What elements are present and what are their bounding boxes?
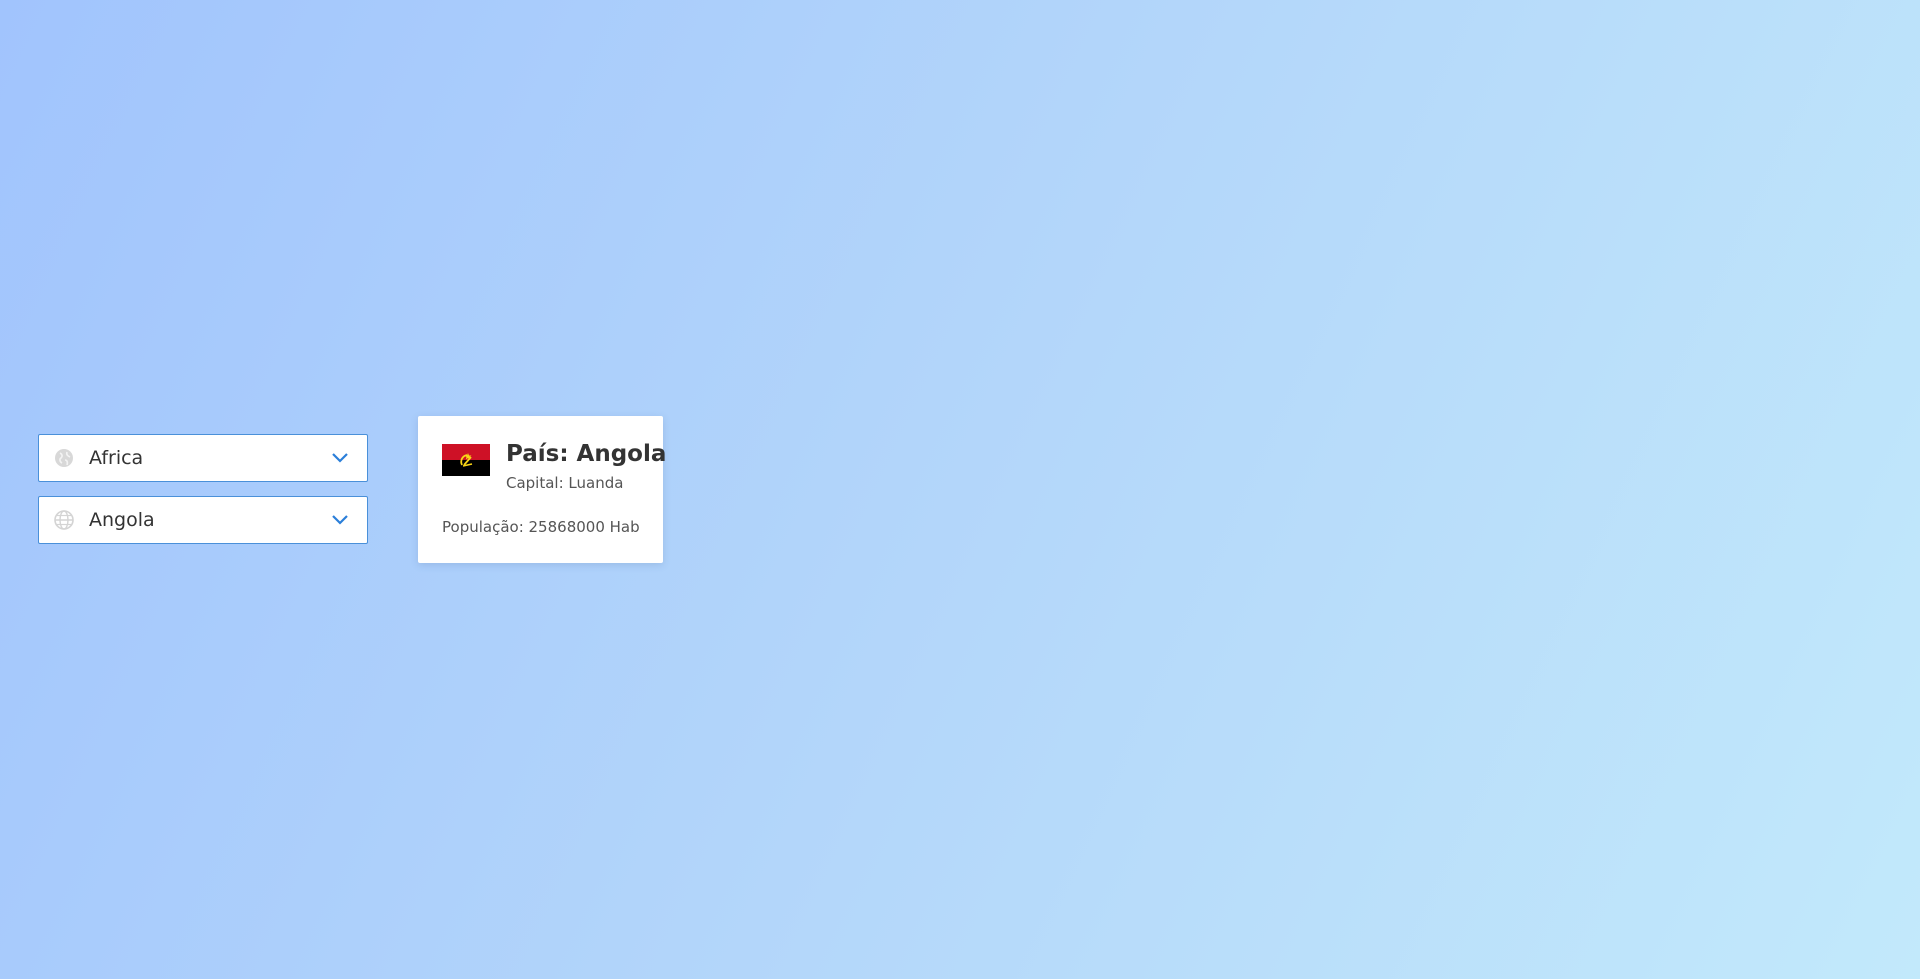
country-select[interactable]: Angola <box>38 496 368 544</box>
continent-select-value: Africa <box>89 447 144 469</box>
continent-select[interactable]: Africa <box>38 434 368 482</box>
chevron-down-icon[interactable] <box>329 509 351 531</box>
country-select-value: Angola <box>89 509 155 531</box>
population-label: População: 25868000 Hab <box>442 518 640 536</box>
globe-icon <box>53 447 75 469</box>
country-title: País: Angola <box>506 441 667 467</box>
card-titles: País: Angola Capital: Luanda <box>506 440 666 492</box>
capital-label: Capital: Luanda <box>506 474 624 492</box>
card-header: País: Angola Capital: Luanda <box>442 440 666 492</box>
globe-grid-icon <box>53 509 75 531</box>
angola-flag-icon <box>442 444 490 476</box>
country-card: País: Angola Capital: Luanda População: … <box>418 416 666 563</box>
selects-panel: Africa Angola <box>38 434 368 558</box>
chevron-down-icon[interactable] <box>329 447 351 469</box>
